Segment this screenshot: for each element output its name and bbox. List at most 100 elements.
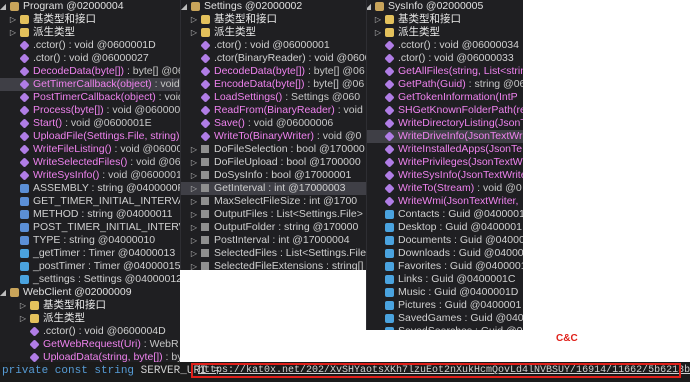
tree-row[interactable]: ReadFrom(BinaryReader) : void: [181, 104, 367, 117]
tree-row[interactable]: _settings : Settings @04000012: [0, 273, 180, 286]
expand-arrow-icon[interactable]: ▷: [18, 299, 28, 312]
tree-row-label: GetTokenInformation(IntP: [398, 91, 518, 103]
collapse-arrow-icon[interactable]: ◢: [367, 0, 373, 13]
tree-row[interactable]: Favorites : Guid @0400001: [367, 260, 523, 273]
expand-arrow-icon[interactable]: ▷: [189, 169, 199, 182]
tree-row[interactable]: ◢ Program @02000004: [0, 0, 180, 13]
tree-row[interactable]: ▷ SelectedFileExtensions : string[] @: [181, 260, 367, 270]
tree-row[interactable]: EncodeData(byte[]) : byte[] @06: [181, 78, 367, 91]
collapse-arrow-icon[interactable]: ◢: [181, 0, 189, 13]
tree-row[interactable]: UploadFile(Settings.File, string): [0, 130, 180, 143]
tree-row[interactable]: Contacts : Guid @0400001: [367, 208, 523, 221]
expand-arrow-icon[interactable]: ▷: [373, 13, 383, 26]
tree-row[interactable]: METHOD : string @04000011: [0, 208, 180, 221]
tree-row[interactable]: ▷ 派生类型: [367, 26, 523, 39]
tree-row[interactable]: .cctor() : void @06000034: [367, 39, 523, 52]
tree-row[interactable]: ▷ MaxSelectFileSize : int @1700: [181, 195, 367, 208]
tree-row[interactable]: LoadSettings() : Settings @060: [181, 91, 367, 104]
expand-arrow-icon[interactable]: ▷: [18, 312, 28, 325]
tree-row[interactable]: ▷ PostInterval : int @17000004: [181, 234, 367, 247]
expand-arrow-icon[interactable]: ▷: [189, 156, 199, 169]
tree-row[interactable]: .ctor() : void @06000033: [367, 52, 523, 65]
tree-row[interactable]: WriteSelectedFiles() : void @060: [0, 156, 180, 169]
expand-arrow-icon[interactable]: ▷: [189, 13, 199, 26]
expand-arrow-icon[interactable]: ▷: [189, 208, 199, 221]
tree-row[interactable]: DecodeData(byte[]) : byte[] @06: [181, 65, 367, 78]
tree-row[interactable]: WriteSysInfo(JsonTextWrite: [367, 169, 523, 182]
tree-row[interactable]: GetTokenInformation(IntP: [367, 91, 523, 104]
tree-row[interactable]: Links : Guid @0400001C: [367, 273, 523, 286]
tree-row[interactable]: Process(byte[]) : void @0600002: [0, 104, 180, 117]
tree-row[interactable]: Save() : void @06000006: [181, 117, 367, 130]
tree-row[interactable]: ASSEMBLY : string @0400000F: [0, 182, 180, 195]
tree-row[interactable]: Start() : void @0600001E: [0, 117, 180, 130]
tree-row[interactable]: ▷ DoFileUpload : bool @1700000: [181, 156, 367, 169]
expand-arrow-icon[interactable]: ▷: [189, 260, 199, 270]
tree-row[interactable]: _getTimer : Timer @04000013: [0, 247, 180, 260]
tree-row[interactable]: Music : Guid @0400001D: [367, 286, 523, 299]
tree-row[interactable]: WriteTo(BinaryWriter) : void @0: [181, 130, 367, 143]
tree-row[interactable]: ▷ 派生类型: [181, 26, 367, 39]
tree-row[interactable]: GetWebRequest(Uri) : WebR: [0, 338, 180, 351]
expand-arrow-icon[interactable]: ▷: [189, 195, 199, 208]
tree-row[interactable]: SavedSearches : Guid @04: [367, 325, 523, 330]
tree-row[interactable]: GetPath(Guid) : string @06: [367, 78, 523, 91]
tree-row[interactable]: ▷ 基类型和接口: [367, 13, 523, 26]
method-icon: [200, 118, 211, 129]
tree-row[interactable]: WriteFileListing() : void @06000: [0, 143, 180, 156]
expand-arrow-icon[interactable]: ▷: [8, 26, 18, 39]
tree-row[interactable]: GetAllFiles(string, List<string: [367, 65, 523, 78]
tree-row-label: DoSysInfo : bool @17000001: [214, 169, 352, 181]
tree-row[interactable]: GET_TIMER_INITIAL_INTERVAL :: [0, 195, 180, 208]
tree-row[interactable]: PostTimerCallback(object) : void: [0, 91, 180, 104]
expand-arrow-icon[interactable]: ▷: [189, 247, 199, 260]
expand-arrow-icon[interactable]: ▷: [8, 13, 18, 26]
tree-row[interactable]: Documents : Guid @04000: [367, 234, 523, 247]
tree-row[interactable]: WritePrivileges(JsonTextW: [367, 156, 523, 169]
tree-row[interactable]: ▷ 基类型和接口: [0, 299, 180, 312]
tree-row[interactable]: Desktop : Guid @0400001: [367, 221, 523, 234]
expand-arrow-icon[interactable]: ▷: [373, 26, 383, 39]
tree-row[interactable]: SHGetKnownFolderPath(re: [367, 104, 523, 117]
tree-row[interactable]: ▷ 派生类型: [0, 312, 180, 325]
tree-row[interactable]: SavedGames : Guid @040: [367, 312, 523, 325]
expand-arrow-icon[interactable]: ▷: [189, 234, 199, 247]
tree-row[interactable]: ◢ SysInfo @02000005: [367, 0, 523, 13]
tree-row[interactable]: .cctor() : void @0600004D: [0, 325, 180, 338]
expand-arrow-icon[interactable]: ▷: [189, 182, 199, 195]
tree-row[interactable]: .ctor() : void @06000027: [0, 52, 180, 65]
tree-row[interactable]: ▷ DoFileSelection : bool @170000: [181, 143, 367, 156]
tree-row[interactable]: Downloads : Guid @04000: [367, 247, 523, 260]
tree-row[interactable]: .cctor() : void @0600001D: [0, 39, 180, 52]
tree-row[interactable]: POST_TIMER_INITIAL_INTERVAL: [0, 221, 180, 234]
tree-row[interactable]: WriteInstalledApps(JsonTe: [367, 143, 523, 156]
tree-row[interactable]: ▷ 基类型和接口: [181, 13, 367, 26]
tree-row[interactable]: ◢ WebClient @02000009: [0, 286, 180, 299]
tree-row[interactable]: WriteDirectoryListing(JsonT: [367, 117, 523, 130]
expand-arrow-icon[interactable]: ▷: [189, 26, 199, 39]
tree-row[interactable]: ▷ OutputFolder : string @170000: [181, 221, 367, 234]
tree-row[interactable]: .ctor(BinaryReader) : void @0600: [181, 52, 367, 65]
tree-row[interactable]: ▷ 基类型和接口: [0, 13, 180, 26]
tree-row[interactable]: WriteDriveInfo(JsonTextWr: [367, 130, 523, 143]
tree-row[interactable]: _postTimer : Timer @04000015: [0, 260, 180, 273]
tree-row[interactable]: ▷ 派生类型: [0, 26, 180, 39]
tree-row[interactable]: ▷ GetInterval : int @17000003: [181, 182, 367, 195]
tree-row[interactable]: WriteWmi(JsonTextWriter,: [367, 195, 523, 208]
tree-row[interactable]: ▷ OutputFiles : List<Settings.File>: [181, 208, 367, 221]
tree-row[interactable]: WriteSysInfo() : void @0600001F: [0, 169, 180, 182]
tree-row[interactable]: .ctor() : void @06000001: [181, 39, 367, 52]
tree-row[interactable]: GetTimerCallback(object) : void @: [0, 78, 180, 91]
tree-row[interactable]: ▷ SelectedFiles : List<Settings.File: [181, 247, 367, 260]
expand-arrow-icon[interactable]: ▷: [189, 143, 199, 156]
tree-row[interactable]: Pictures : Guid @0400001: [367, 299, 523, 312]
tree-row[interactable]: TYPE : string @04000010: [0, 234, 180, 247]
tree-row[interactable]: ▷ DoSysInfo : bool @17000001: [181, 169, 367, 182]
tree-row-label: SelectedFiles : List<Settings.File: [214, 247, 367, 259]
expand-arrow-icon[interactable]: ▷: [189, 221, 199, 234]
tree-row[interactable]: ◢ Settings @02000002: [181, 0, 367, 13]
tree-row[interactable]: DecodeData(byte[]) : byte[] @06: [0, 65, 180, 78]
tree-row[interactable]: WriteTo(Stream) : void @0: [367, 182, 523, 195]
collapse-arrow-icon[interactable]: ◢: [0, 286, 8, 299]
collapse-arrow-icon[interactable]: ◢: [0, 0, 8, 13]
